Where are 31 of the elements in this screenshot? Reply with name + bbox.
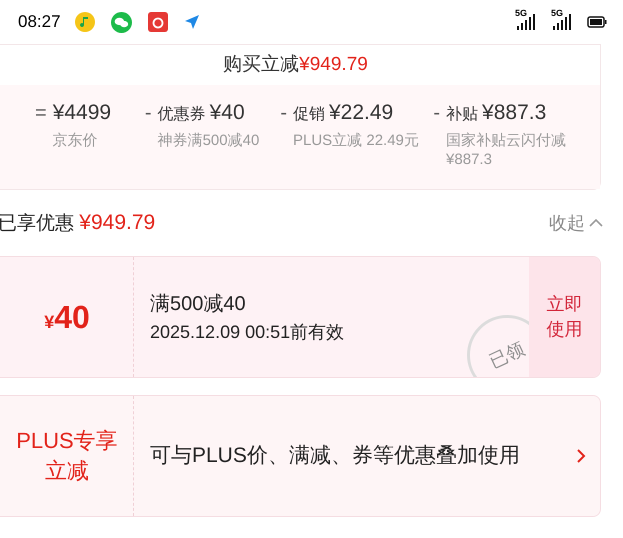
breakdown-label: 促销 [293,105,325,125]
breakdown-note: 国家补贴云闪付减¥887.3 [446,131,568,169]
use-now-button[interactable]: 立即使用 [529,257,600,377]
breakdown-label: 补贴 [446,104,478,125]
breakdown-amount: ¥40 [210,100,245,126]
coupon-expiry: 2025.12.09 00:51前有效 [150,320,346,344]
coupon-title: 满500减40 [150,292,247,316]
coupon-value: ¥40 [44,298,90,337]
network-type: 5G [515,8,528,18]
operator-sign: - [433,101,440,126]
breakdown-note: PLUS立减 22.49元 [293,131,419,150]
breakdown-amount: ¥4499 [52,100,112,126]
chat-app-icon [110,12,132,32]
discount-total-text: 已享优惠 ¥949.79 [0,210,156,236]
operator-sign: - [280,101,287,126]
chevron-right-icon[interactable] [576,448,586,464]
breakdown-label: 优惠券 [158,104,206,125]
breakdown-note: 京东价 [52,131,99,150]
plus-badge-text: PLUS专享立减 [15,427,119,485]
plus-offer-description: 可与PLUS价、满减、券等优惠叠加使用 [150,443,520,470]
status-time: 08:27 [18,11,61,34]
purchase-discount-text: 购买立减¥949.79 [223,52,368,77]
battery-icon [587,16,607,28]
operator-sign: - [144,101,152,126]
collapse-toggle[interactable]: 收起 [549,210,603,236]
breakdown-amount: ¥22.49 [329,100,394,126]
send-app-icon [184,14,200,30]
operator-sign: = [35,101,47,126]
breakdown-note: 神券满500减40 [158,131,260,150]
network-type: 5G [551,8,564,18]
breakdown-amount: ¥887.3 [482,100,546,126]
